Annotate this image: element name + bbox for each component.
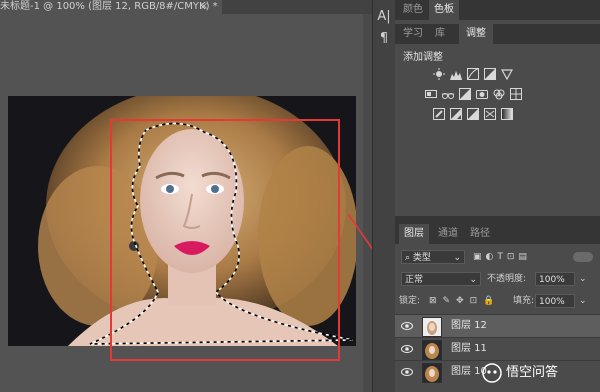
hue-saturation-icon[interactable]	[425, 88, 437, 100]
right-panels: 颜色 色板 学习 库 调整 添加调整 图层 通道 路径 ⌕ 类型 ⌄ ▣◐T⊡▤…	[395, 0, 600, 392]
tab-adjustments[interactable]: 调整	[459, 24, 493, 44]
exposure-icon[interactable]	[484, 68, 496, 80]
layer-row-11[interactable]: 图层 11	[395, 337, 600, 360]
color-tabs: 颜色 色板	[395, 0, 600, 20]
blend-mode-select[interactable]: 正常 ⌄	[401, 272, 481, 286]
tab-libraries[interactable]: 库	[429, 24, 451, 44]
fill-label: 填充:	[513, 296, 535, 306]
tab-layers[interactable]: 图层	[399, 224, 429, 244]
chevron-down-icon: ⌄	[469, 275, 477, 285]
tab-color[interactable]: 颜色	[399, 0, 427, 20]
invert-icon[interactable]	[433, 108, 445, 120]
lock-label: 锁定:	[399, 296, 421, 306]
tab-learn[interactable]: 学习	[399, 24, 427, 44]
selective-color-icon[interactable]	[484, 108, 496, 120]
watermark: 悟空问答	[478, 360, 600, 386]
tab-paths[interactable]: 路径	[465, 224, 495, 244]
layer-name[interactable]: 图层 12	[451, 315, 487, 337]
opacity-chevron-icon[interactable]: ⌄	[579, 272, 587, 286]
adjustments-panel: 添加调整	[395, 44, 600, 216]
lock-icons[interactable]: ⊠✎✥⊡🔒	[429, 294, 500, 308]
watermark-text: 悟空问答	[506, 365, 559, 380]
visibility-eye-icon[interactable]	[401, 366, 413, 378]
layer-row-12[interactable]: 图层 12	[395, 314, 600, 337]
wukong-logo-icon	[482, 363, 502, 383]
tab-channels[interactable]: 通道	[433, 224, 463, 244]
filter-toggle[interactable]	[573, 252, 593, 262]
adjustments-title: 添加调整	[403, 52, 443, 63]
curves-icon[interactable]	[467, 68, 479, 80]
fill-input[interactable]: 100%	[535, 294, 575, 308]
layers-tabs: 图层 通道 路径	[395, 224, 600, 244]
brightness-icon[interactable]	[433, 68, 445, 80]
layer-thumbnail	[422, 317, 442, 337]
levels-icon[interactable]	[450, 68, 462, 80]
layer-filter-icons[interactable]: ▣◐T⊡▤	[473, 250, 531, 264]
layer-filter-value: 类型	[412, 253, 431, 263]
layer-filter-select[interactable]: ⌕ 类型 ⌄	[401, 250, 465, 264]
gradient-map-icon[interactable]	[501, 108, 513, 120]
visibility-eye-icon[interactable]	[401, 343, 413, 355]
blend-mode-value: 正常	[405, 275, 424, 285]
layer-thumbnail	[422, 340, 442, 360]
layer-name[interactable]: 图层 11	[451, 338, 487, 360]
tool-strip: A| ¶	[372, 0, 396, 392]
layer-thumbnail	[422, 363, 442, 383]
channel-mixer-icon[interactable]	[493, 88, 505, 100]
vibrance-icon[interactable]	[501, 68, 513, 80]
color-lookup-icon[interactable]	[510, 88, 522, 100]
tab-swatches[interactable]: 色板	[429, 0, 459, 20]
posterize-icon[interactable]	[450, 108, 462, 120]
black-white-icon[interactable]	[459, 88, 471, 100]
color-balance-icon[interactable]	[442, 88, 454, 100]
paragraph-panel-icon[interactable]: ¶	[375, 30, 393, 48]
photo-filter-icon[interactable]	[476, 88, 488, 100]
opacity-label: 不透明度:	[487, 274, 527, 284]
fill-chevron-icon[interactable]: ⌄	[579, 294, 587, 308]
threshold-icon[interactable]	[467, 108, 479, 120]
search-icon: ⌕	[405, 253, 413, 263]
visibility-eye-icon[interactable]	[401, 320, 413, 332]
chevron-down-icon: ⌄	[453, 253, 461, 263]
character-panel-icon[interactable]: A|	[375, 8, 393, 26]
red-highlight-box	[110, 119, 340, 361]
opacity-input[interactable]: 100%	[535, 272, 575, 286]
adjustment-tabs: 学习 库 调整	[395, 24, 600, 44]
